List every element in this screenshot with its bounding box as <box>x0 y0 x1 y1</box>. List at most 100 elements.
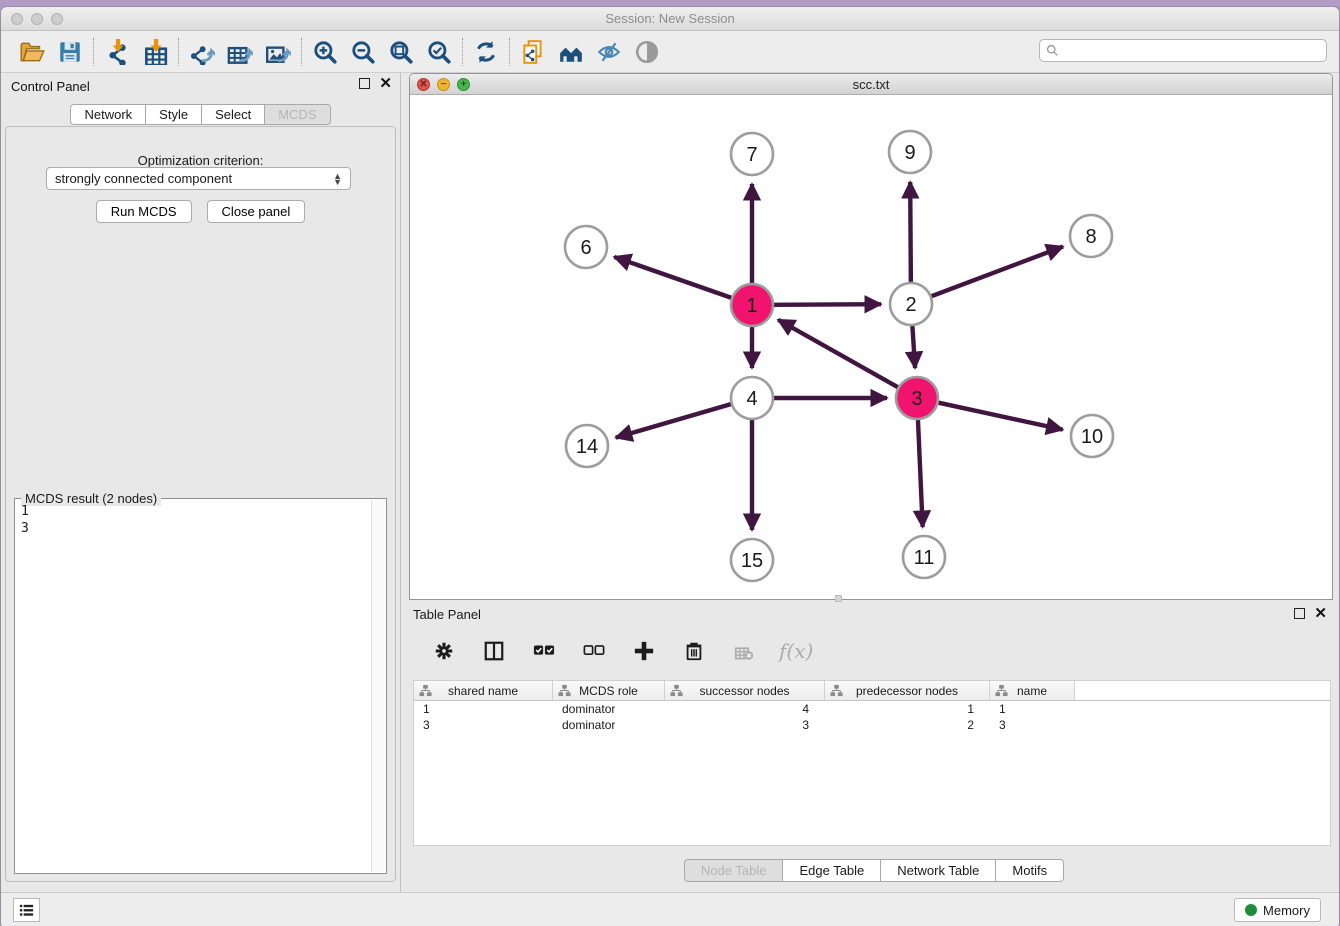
mcds-result-text[interactable]: 13 <box>21 503 370 871</box>
tab-select[interactable]: Select <box>202 104 265 125</box>
node-14[interactable]: 14 <box>566 425 608 467</box>
table-row[interactable]: 3dominator323 <box>414 717 1330 733</box>
column-header-name[interactable]: name <box>990 681 1075 700</box>
node-4[interactable]: 4 <box>731 377 773 419</box>
content-area: Control Panel ✕ NetworkStyleSelectMCDS O… <box>1 73 1339 892</box>
export-table-icon[interactable] <box>225 37 255 67</box>
svg-text:10: 10 <box>1081 426 1103 448</box>
edge-3-10[interactable] <box>938 403 1062 430</box>
cell-shared-name: 3 <box>414 718 553 732</box>
toggle-eye-icon[interactable] <box>632 37 662 67</box>
column-header-successor-nodes[interactable]: successor nodes <box>665 681 825 700</box>
refresh-view-icon[interactable] <box>471 37 501 67</box>
svg-text:8: 8 <box>1085 226 1096 248</box>
node-10[interactable]: 10 <box>1071 415 1113 457</box>
svg-text:6: 6 <box>580 237 591 259</box>
node-15[interactable]: 15 <box>731 539 773 581</box>
table-settings-icon[interactable] <box>429 636 459 666</box>
edge-2-9[interactable] <box>910 182 911 282</box>
criterion-value: strongly connected component <box>55 171 232 186</box>
node-8[interactable]: 8 <box>1070 215 1112 257</box>
tab-network-table[interactable]: Network Table <box>881 859 996 882</box>
tab-edge-table[interactable]: Edge Table <box>783 859 881 882</box>
column-header-predecessor-nodes[interactable]: predecessor nodes <box>825 681 990 700</box>
network-canvas[interactable]: 1 2 3 4 6 7 8 9 10 11 14 15 <box>410 96 1332 599</box>
table-tabs: Node TableEdge TableNetwork TableMotifs <box>409 859 1339 882</box>
select-all-icon[interactable] <box>529 636 559 666</box>
edge-2-3[interactable] <box>912 326 915 368</box>
neighbors-icon[interactable] <box>556 37 586 67</box>
deselect-all-icon[interactable] <box>579 636 609 666</box>
close-panel-icon[interactable]: ✕ <box>379 78 392 89</box>
edge-3-11[interactable] <box>918 420 923 527</box>
run-mcds-button[interactable]: Run MCDS <box>96 200 192 223</box>
search-box[interactable] <box>1039 39 1327 62</box>
task-history-button[interactable] <box>13 898 40 922</box>
title-bar: Session: New Session <box>1 7 1339 31</box>
node-2[interactable]: 2 <box>890 283 932 325</box>
add-column-icon[interactable] <box>629 636 659 666</box>
cell-predecessor-nodes: 1 <box>825 702 990 716</box>
cell-successor-nodes: 3 <box>665 718 825 732</box>
svg-text:11: 11 <box>914 547 935 569</box>
import-network-icon[interactable] <box>102 37 132 67</box>
hide-panels-icon[interactable] <box>594 37 624 67</box>
splitter-handle[interactable] <box>835 595 842 602</box>
delete-table-icon <box>729 636 759 666</box>
tab-mcds[interactable]: MCDS <box>265 104 330 125</box>
close-table-panel-icon[interactable]: ✕ <box>1314 608 1327 619</box>
edge-1-2[interactable] <box>774 304 881 305</box>
delete-column-icon[interactable] <box>679 636 709 666</box>
svg-text:4: 4 <box>746 388 757 410</box>
criterion-select[interactable]: strongly connected component ▲▼ <box>46 167 351 190</box>
zoom-fit-icon[interactable] <box>386 37 416 67</box>
node-3[interactable]: 3 <box>896 377 938 419</box>
node-1[interactable]: 1 <box>731 284 773 326</box>
main-toolbar <box>1 32 1339 73</box>
save-session-icon[interactable] <box>55 37 85 67</box>
column-header-MCDS-role[interactable]: MCDS role <box>553 681 665 700</box>
svg-text:2: 2 <box>905 294 916 316</box>
zoom-in-icon[interactable] <box>310 37 340 67</box>
cell-name: 3 <box>990 718 1075 732</box>
tab-motifs[interactable]: Motifs <box>996 859 1064 882</box>
close-panel-button[interactable]: Close panel <box>207 200 306 223</box>
edge-2-8[interactable] <box>932 247 1063 297</box>
network-graph[interactable]: 1 2 3 4 6 7 8 9 10 11 14 15 <box>410 96 1332 599</box>
cell-successor-nodes: 4 <box>665 702 825 716</box>
mcds-result-line: 3 <box>21 520 370 537</box>
node-11[interactable]: 11 <box>903 536 945 578</box>
tab-node-table[interactable]: Node Table <box>684 859 784 882</box>
node-7[interactable]: 7 <box>731 133 773 175</box>
node-9[interactable]: 9 <box>889 131 931 173</box>
result-scrollbar[interactable] <box>371 500 385 872</box>
status-bar: Memory <box>1 892 1339 926</box>
export-network-icon[interactable] <box>187 37 217 67</box>
zoom-out-icon[interactable] <box>348 37 378 67</box>
network-view-window: ✕ − + scc.txt 1234678910111415 <box>409 73 1333 600</box>
show-columns-icon[interactable] <box>479 636 509 666</box>
edge-4-14[interactable] <box>616 404 731 437</box>
zoom-selected-icon[interactable] <box>424 37 454 67</box>
table-row[interactable]: 1dominator411 <box>414 701 1330 717</box>
node-6[interactable]: 6 <box>565 226 607 268</box>
column-header-shared-name[interactable]: shared name <box>414 681 553 700</box>
open-file-icon[interactable] <box>17 37 47 67</box>
tab-network[interactable]: Network <box>70 104 146 125</box>
tab-style[interactable]: Style <box>146 104 202 125</box>
memory-status-icon <box>1245 904 1257 916</box>
float-panel-icon[interactable] <box>359 78 370 89</box>
import-table-icon[interactable] <box>140 37 170 67</box>
edge-3-1[interactable] <box>778 320 898 387</box>
edge-1-6[interactable] <box>614 257 731 298</box>
memory-button[interactable]: Memory <box>1234 898 1321 922</box>
export-image-icon[interactable] <box>263 37 293 67</box>
cell-MCDS-role: dominator <box>553 702 665 716</box>
search-input[interactable] <box>1063 44 1320 58</box>
select-stepper-icon: ▲▼ <box>333 173 342 185</box>
float-table-panel-icon[interactable] <box>1294 608 1305 619</box>
node-table: shared nameMCDS rolesuccessor nodesprede… <box>413 680 1331 846</box>
clone-network-icon[interactable] <box>518 37 548 67</box>
optimization-criterion-label: Optimization criterion: <box>6 153 395 168</box>
mcds-panel: Optimization criterion: strongly connect… <box>5 126 396 882</box>
